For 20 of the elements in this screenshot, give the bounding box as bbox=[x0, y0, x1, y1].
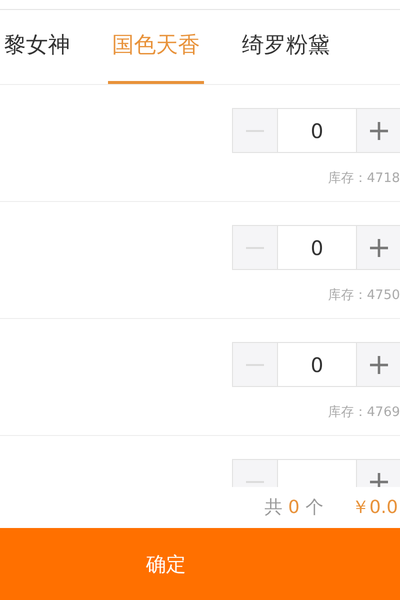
plus-icon bbox=[370, 238, 388, 256]
plus-button[interactable] bbox=[356, 226, 400, 269]
minus-button[interactable] bbox=[233, 343, 278, 386]
plus-icon bbox=[370, 122, 388, 140]
stock-text: 库存：4718 bbox=[328, 170, 400, 188]
quantity-field[interactable]: 0 bbox=[278, 226, 356, 269]
plus-button[interactable] bbox=[356, 109, 400, 152]
quantity-field[interactable]: 0 bbox=[278, 109, 356, 152]
stock-text: 库存：4769 bbox=[328, 404, 400, 422]
category-tab[interactable]: 黎女神 bbox=[0, 10, 74, 84]
plus-button[interactable] bbox=[356, 343, 400, 386]
total-price-text: ￥0.0 bbox=[351, 496, 398, 520]
total-count-text: 共 0 个 bbox=[264, 496, 324, 520]
minus-button[interactable] bbox=[233, 226, 278, 269]
quantity-field[interactable]: 0 bbox=[278, 343, 356, 386]
minus-button[interactable] bbox=[233, 109, 278, 152]
plus-icon bbox=[370, 356, 388, 374]
plus-icon bbox=[370, 472, 388, 487]
stock-text: 库存：4750 bbox=[328, 287, 400, 305]
category-tab[interactable]: 绮罗粉黛 bbox=[238, 10, 334, 84]
